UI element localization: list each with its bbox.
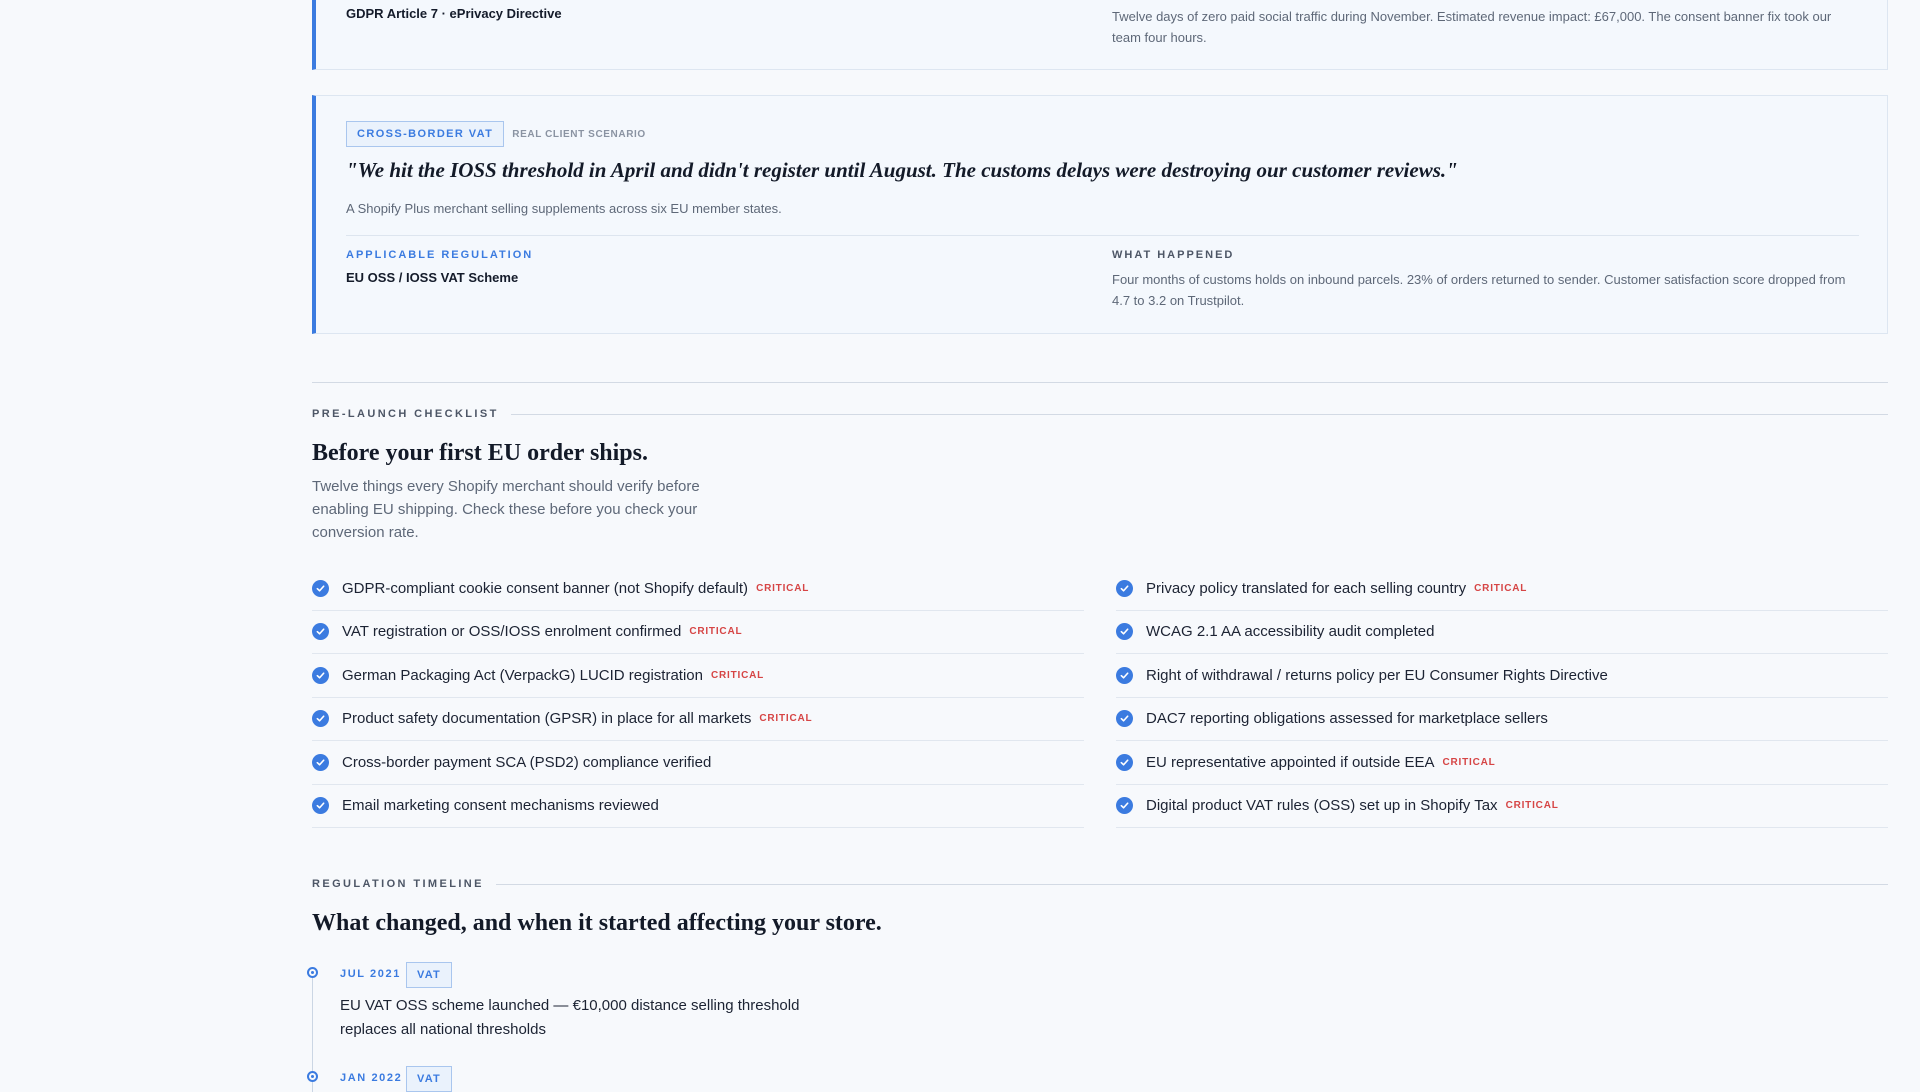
timeline-eyebrow: REGULATION TIMELINE [312, 878, 1888, 890]
case-quote: "We hit the IOSS threshold in April and … [346, 158, 1458, 182]
checklist-item-text: Right of withdrawal / returns policy per… [1146, 666, 1608, 684]
critical-badge: CRITICAL [1474, 582, 1528, 594]
timeline-tag: VAT [406, 1066, 452, 1092]
checklist-item-text: VAT registration or OSS/IOSS enrolment c… [342, 623, 682, 641]
check-circle-icon [1116, 753, 1133, 771]
timeline-title: What changed, and when it started affect… [312, 910, 882, 936]
checklist-item-text: WCAG 2.1 AA accessibility audit complete… [1146, 623, 1435, 641]
timeline-dot-icon [307, 967, 318, 978]
critical-badge: CRITICAL [1442, 756, 1496, 768]
case-tag-note: REAL CLIENT SCENARIO [512, 128, 646, 140]
checklist-item[interactable]: Right of withdrawal / returns policy per… [1116, 654, 1888, 698]
checklist-eyebrow: PRE-LAUNCH CHECKLIST [312, 408, 1888, 420]
timeline-text: EU VAT OSS scheme launched — €10,000 dis… [340, 997, 800, 1038]
regulation-label: APPLICABLE REGULATION [346, 249, 534, 261]
checklist-item-text: German Packaging Act (VerpackG) LUCID re… [342, 666, 703, 684]
timeline-date: JUL 2021 [340, 968, 401, 980]
check-circle-icon [1116, 797, 1133, 815]
check-circle-icon [312, 710, 329, 728]
check-circle-icon [1116, 623, 1133, 641]
timeline-dot-icon [307, 1071, 318, 1082]
case-description: A Shopify Plus merchant selling suppleme… [346, 201, 782, 216]
checklist-item-text: EU representative appointed if outside E… [1146, 753, 1435, 771]
checklist-eyebrow-text: PRE-LAUNCH CHECKLIST [312, 408, 499, 420]
checklist-item[interactable]: VAT registration or OSS/IOSS enrolment c… [312, 611, 1084, 654]
timeline-date: JAN 2022 [340, 1072, 403, 1084]
timeline-tag: VAT [406, 962, 452, 988]
critical-badge: CRITICAL [689, 626, 743, 638]
critical-badge: CRITICAL [756, 582, 810, 594]
critical-badge: CRITICAL [1505, 800, 1559, 812]
check-circle-icon [1116, 710, 1133, 728]
checklist-item[interactable]: Digital product VAT rules (OSS) set up i… [1116, 785, 1888, 828]
case-what-happened: Four months of customs holds on inbound … [1112, 272, 1846, 308]
case-regulation: EU OSS / IOSS VAT Scheme [346, 270, 519, 285]
checklist-title: Before your first EU order ships. [312, 440, 648, 466]
eyebrow-rule [510, 413, 1888, 415]
check-circle-icon [312, 666, 329, 684]
checklist-item-text: GDPR-compliant cookie consent banner (no… [342, 579, 749, 597]
case-tag: CROSS-BORDER VAT [346, 121, 505, 147]
case-card-gdpr: GDPR Article 7 · ePrivacy Directive Twel… [312, 0, 1888, 70]
what-happened-label: WHAT HAPPENED [1112, 249, 1235, 261]
checklist-item[interactable]: Cross-border payment SCA (PSD2) complian… [312, 741, 1084, 785]
checklist-item[interactable]: GDPR-compliant cookie consent banner (no… [312, 567, 1084, 611]
checklist: GDPR-compliant cookie consent banner (no… [312, 567, 1888, 828]
check-circle-icon [312, 797, 329, 815]
check-circle-icon [312, 579, 329, 597]
checklist-item[interactable]: DAC7 reporting obligations assessed for … [1116, 698, 1888, 741]
checklist-item-text: Product safety documentation (GPSR) in p… [342, 710, 752, 728]
checklist-item[interactable]: WCAG 2.1 AA accessibility audit complete… [1116, 611, 1888, 654]
case-card-vat: CROSS-BORDER VAT REAL CLIENT SCENARIO "W… [312, 95, 1888, 334]
check-circle-icon [1116, 579, 1133, 597]
checklist-item-text: Privacy policy translated for each selli… [1146, 579, 1467, 597]
checklist-item[interactable]: EU representative appointed if outside E… [1116, 741, 1888, 785]
critical-badge: CRITICAL [710, 669, 765, 681]
check-circle-icon [1116, 666, 1133, 684]
checklist-item[interactable]: German Packaging Act (VerpackG) LUCID re… [312, 654, 1084, 698]
checklist-subtitle: Twelve things every Shopify merchant sho… [312, 478, 700, 541]
checklist-item[interactable]: Product safety documentation (GPSR) in p… [312, 698, 1084, 741]
eyebrow-rule [495, 883, 1888, 885]
case-regulation: GDPR Article 7 · ePrivacy Directive [346, 6, 562, 21]
case-what-happened: Twelve days of zero paid social traffic … [1112, 9, 1832, 45]
checklist-column-right: Privacy policy translated for each selli… [1116, 567, 1888, 828]
case-divider [346, 235, 1859, 236]
checklist-item-text: Email marketing consent mechanisms revie… [342, 797, 659, 815]
check-circle-icon [312, 753, 329, 771]
section-divider [312, 382, 1888, 383]
checklist-item-text: Cross-border payment SCA (PSD2) complian… [342, 753, 712, 771]
checklist-item[interactable]: Email marketing consent mechanisms revie… [312, 785, 1084, 828]
checklist-item-text: DAC7 reporting obligations assessed for … [1146, 710, 1548, 728]
checklist-item[interactable]: Privacy policy translated for each selli… [1116, 567, 1888, 611]
check-circle-icon [312, 623, 329, 641]
critical-badge: CRITICAL [759, 713, 813, 725]
case-tag-row: CROSS-BORDER VAT REAL CLIENT SCENARIO [346, 121, 646, 147]
checklist-column-left: GDPR-compliant cookie consent banner (no… [312, 567, 1084, 828]
checklist-item-text: Digital product VAT rules (OSS) set up i… [1146, 797, 1498, 815]
timeline-eyebrow-text: REGULATION TIMELINE [312, 878, 484, 890]
